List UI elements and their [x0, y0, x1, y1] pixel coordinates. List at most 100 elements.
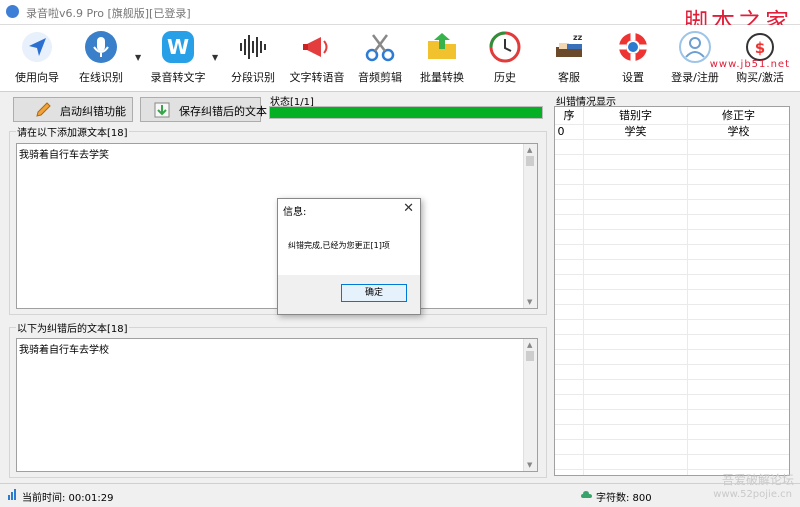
grid-divider [555, 259, 789, 260]
correction-grid: 序 错别字 修正字 0 学笑 学校 [554, 106, 790, 476]
grid-divider [555, 379, 789, 380]
grid-divider [555, 169, 789, 170]
column-header-index[interactable]: 序 [555, 107, 584, 124]
save-corrected-button[interactable]: 保存纠错后的文本 [140, 97, 267, 122]
grid-divider [555, 139, 789, 140]
toolbar-record-to-text-button[interactable]: W 录音转文字 [148, 27, 208, 89]
corrected-text-input[interactable]: 我骑着自行车去学校 ▲ ▼ [16, 338, 538, 472]
dialog-message: 纠错完成,已经为您更正[1]项 [288, 241, 390, 250]
user-avatar-icon [679, 31, 711, 63]
close-icon[interactable]: ✕ [403, 201, 414, 216]
scroll-thumb[interactable] [526, 156, 534, 166]
current-time-text: 当前时间: 00:01:29 [22, 493, 114, 504]
info-dialog: 信息: ✕ 纠错完成,已经为您更正[1]项 确定 [277, 198, 421, 315]
dialog-body: 纠错完成,已经为您更正[1]项 [278, 219, 420, 275]
toolbar-text-to-speech-button[interactable]: 文字转语音 [286, 27, 348, 89]
scissors-icon [365, 34, 395, 62]
dialog-ok-button[interactable]: 确定 [341, 284, 407, 302]
toolbar-online-recognize-button[interactable]: 在线识别 [74, 27, 128, 89]
source-text-label: 请在以下添加源文本[18] [16, 124, 129, 139]
column-header-fixed[interactable]: 修正字 [688, 107, 789, 124]
toolbar-audio-edit-button[interactable]: 音频剪辑 [354, 27, 406, 89]
start-correction-label: 启动纠错功能 [60, 105, 126, 118]
scroll-up-icon[interactable]: ▲ [527, 341, 532, 349]
microphone-icon [85, 31, 117, 63]
toolbar-purchase-button[interactable]: $ 购买/激活 [732, 27, 788, 89]
toolbar-label: 客服 [558, 71, 580, 84]
dialog-title-bar: 信息: ✕ [278, 199, 420, 219]
toolbar-label: 使用向导 [15, 71, 59, 84]
record-to-text-dropdown-icon[interactable]: ▼ [212, 53, 218, 62]
svg-text:$: $ [755, 39, 765, 57]
save-corrected-label: 保存纠错后的文本 [179, 105, 267, 118]
cell-fixed: 学校 [727, 125, 750, 138]
toolbar-label: 批量转换 [420, 71, 464, 84]
lifebuoy-icon [619, 33, 647, 61]
grid-divider [555, 454, 789, 455]
save-download-icon [154, 102, 170, 118]
scroll-up-icon[interactable]: ▲ [527, 146, 532, 154]
dialog-title: 信息: [283, 207, 307, 218]
grid-divider [555, 214, 789, 215]
app-logo-icon [6, 5, 19, 18]
megaphone-icon [303, 37, 328, 57]
toolbar-guide-button[interactable]: 使用向导 [10, 27, 64, 89]
toolbar-segment-recognize-button[interactable]: 分段识别 [226, 27, 280, 89]
source-scrollbar[interactable]: ▲ ▼ [523, 144, 537, 308]
toolbar-batch-convert-button[interactable]: 批量转换 [414, 27, 470, 89]
toolbar-label: 购买/激活 [736, 71, 784, 84]
source-text-value: 我骑着自行车去学笑 [19, 150, 109, 161]
grid-divider [555, 469, 789, 470]
navigation-arrow-icon [22, 32, 52, 62]
watermark-forum-url: www.52pojie.cn [713, 489, 792, 500]
grid-divider [555, 334, 789, 335]
scroll-down-icon[interactable]: ▼ [527, 461, 532, 469]
toolbar-label: 录音转文字 [150, 71, 206, 84]
signal-bars-icon [8, 489, 16, 500]
toolbar-label: 登录/注册 [671, 71, 719, 84]
watermark-url: www.jb51.net [709, 59, 790, 70]
progress-fill [270, 107, 542, 118]
grid-divider [555, 424, 789, 425]
cloud-icon [581, 491, 592, 498]
grid-divider [583, 107, 584, 475]
toolbar-label: 历史 [494, 71, 516, 84]
title-bar: 录音啦v6.9 Pro [旗舰版][已登录] 脚本之家 [0, 0, 800, 36]
pencil-icon [36, 102, 51, 117]
grid-divider [555, 304, 789, 305]
toolbar-history-button[interactable]: 历史 [484, 27, 526, 89]
corrected-text-value: 我骑着自行车去学校 [19, 345, 109, 356]
grid-divider [555, 439, 789, 440]
scroll-thumb[interactable] [526, 351, 534, 361]
char-count-text: 字符数: 800 [596, 493, 652, 504]
column-header-wrong[interactable]: 错别字 [584, 107, 688, 124]
grid-divider [555, 274, 789, 275]
history-clock-icon [489, 31, 521, 63]
grid-divider [555, 244, 789, 245]
toolbar-support-button[interactable]: zz 客服 [548, 27, 590, 89]
toolbar-label: 在线识别 [79, 71, 123, 84]
toolbar-label: 文字转语音 [289, 71, 345, 84]
app-window: 录音啦v6.9 Pro [旗舰版][已登录] 脚本之家 使用向导 在线识别 ▼ … [0, 0, 800, 507]
waveform-icon [240, 35, 266, 59]
grid-divider [555, 184, 789, 185]
online-recognize-dropdown-icon[interactable]: ▼ [135, 53, 141, 62]
scroll-down-icon[interactable]: ▼ [527, 298, 532, 306]
corrected-scrollbar[interactable]: ▲ ▼ [523, 339, 537, 471]
window-title: 录音啦v6.9 Pro [旗舰版][已登录] [26, 7, 191, 20]
grid-divider [555, 319, 789, 320]
start-correction-button[interactable]: 启动纠错功能 [13, 97, 133, 122]
status-bar: 当前时间: 00:01:29 字符数: 800 [0, 483, 800, 507]
toolbar-label: 音频剪辑 [358, 71, 402, 84]
svg-text:W: W [167, 35, 189, 59]
grid-divider [555, 154, 789, 155]
svg-text:zz: zz [573, 33, 583, 42]
w-app-icon: W [162, 31, 194, 63]
cell-index: 0 [557, 125, 565, 138]
toolbar-settings-button[interactable]: 设置 [612, 27, 654, 89]
grid-divider [687, 107, 688, 475]
grid-divider [555, 349, 789, 350]
grid-divider [555, 409, 789, 410]
grid-divider [555, 289, 789, 290]
toolbar-login-button[interactable]: 登录/注册 [668, 27, 722, 89]
